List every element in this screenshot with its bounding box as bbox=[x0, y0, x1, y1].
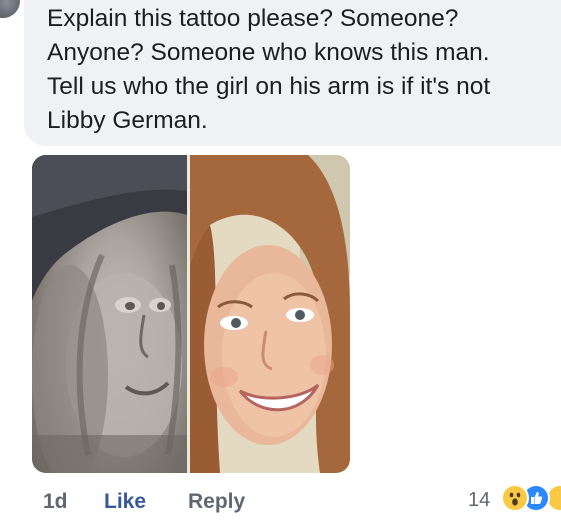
girl-photo-graphic bbox=[190, 155, 350, 473]
commenter-avatar[interactable] bbox=[0, 0, 20, 18]
reply-button[interactable]: Reply bbox=[188, 488, 245, 516]
tattoo-photo-graphic bbox=[32, 155, 187, 473]
reaction-summary[interactable]: 14 bbox=[468, 482, 561, 516]
girl-photo bbox=[190, 155, 350, 473]
like-button[interactable]: Like bbox=[104, 488, 146, 516]
tattoo-photo bbox=[32, 155, 187, 473]
comment-text: Explain this tattoo please? Someone? Any… bbox=[47, 5, 491, 134]
comment-attached-image[interactable] bbox=[32, 155, 350, 473]
reaction-count: 14 bbox=[468, 489, 491, 511]
comment-timestamp[interactable]: 1d bbox=[43, 488, 68, 516]
wow-icon bbox=[501, 484, 529, 512]
facebook-comment-view: Explain this tattoo please? Someone? Any… bbox=[0, 0, 561, 531]
